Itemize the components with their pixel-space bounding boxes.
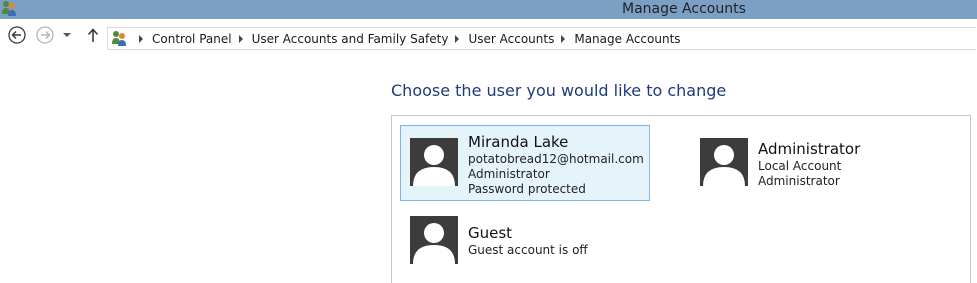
window-title: Manage Accounts [622, 1, 746, 17]
breadcrumb-separator-icon[interactable] [234, 34, 248, 43]
avatar [410, 138, 458, 186]
user-silhouette-icon [703, 145, 745, 186]
user-silhouette-icon [413, 223, 455, 264]
account-status: Guest account is off [468, 243, 588, 257]
breadcrumb-separator-icon[interactable] [450, 34, 464, 43]
up-arrow-icon[interactable] [84, 26, 102, 44]
account-guest[interactable]: Guest Guest account is off [401, 206, 651, 266]
title-bar: Manage Accounts [0, 0, 977, 19]
breadcrumb-user-accounts[interactable]: User Accounts [468, 32, 554, 46]
account-name: Guest [468, 224, 513, 242]
account-type: Local Account [758, 159, 842, 173]
account-role: Administrator [758, 174, 840, 188]
avatar [700, 138, 748, 186]
account-name: Miranda Lake [468, 133, 569, 151]
account-password-status: Password protected [468, 182, 586, 196]
page-heading: Choose the user you would like to change [391, 81, 727, 100]
accounts-panel: Miranda Lake potatobread12@hotmail.com A… [391, 115, 971, 283]
avatar [410, 216, 458, 264]
breadcrumb-manage-accounts[interactable]: Manage Accounts [574, 32, 680, 46]
breadcrumb-control-panel[interactable]: Control Panel [152, 32, 232, 46]
address-bar[interactable]: Control Panel User Accounts and Family S… [107, 27, 976, 50]
forward-arrow-icon[interactable] [36, 26, 54, 44]
chevron-down-icon[interactable] [61, 26, 73, 44]
breadcrumb-separator-icon[interactable] [134, 34, 148, 43]
account-name: Administrator [758, 140, 861, 158]
breadcrumb-user-accounts-family-safety[interactable]: User Accounts and Family Safety [252, 32, 449, 46]
account-administrator[interactable]: Administrator Local Account Administrato… [690, 126, 940, 200]
breadcrumb: Control Panel User Accounts and Family S… [132, 28, 681, 49]
account-type: Administrator [468, 167, 550, 181]
account-email: potatobread12@hotmail.com [468, 152, 644, 166]
breadcrumb-separator-icon[interactable] [556, 34, 570, 43]
account-miranda-lake[interactable]: Miranda Lake potatobread12@hotmail.com A… [400, 125, 650, 201]
user-silhouette-icon [413, 145, 455, 186]
back-arrow-icon[interactable] [8, 26, 26, 44]
user-accounts-icon[interactable] [1, 0, 17, 16]
user-accounts-icon [110, 29, 128, 47]
